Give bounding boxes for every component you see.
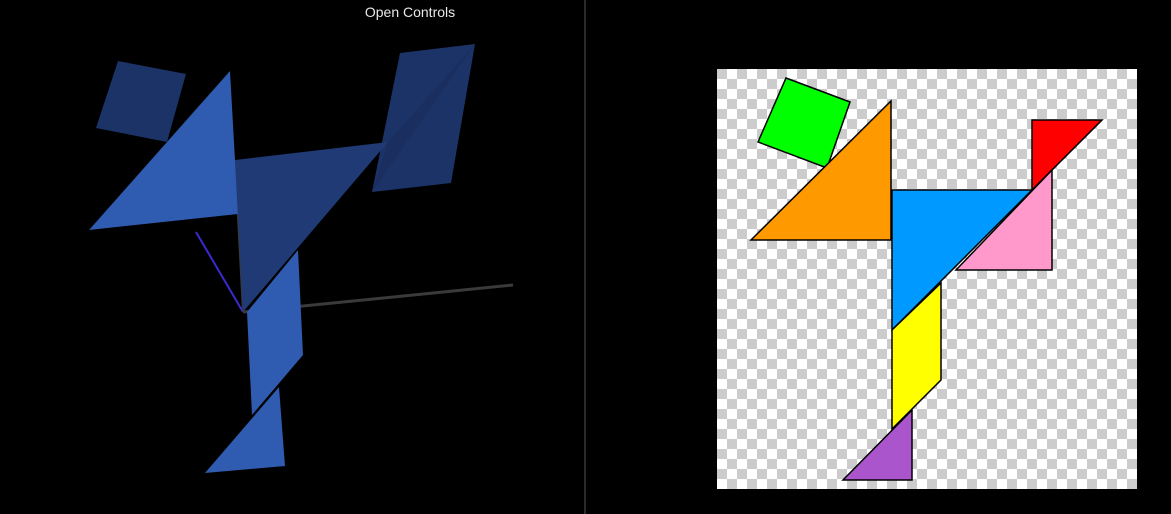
tangram-preview-pane [586,0,1171,514]
open-controls-button[interactable]: Open Controls [340,3,480,21]
square-piece-3d [96,61,186,142]
z-axis-line [195,231,244,313]
tangram-canvas [717,69,1137,489]
small-triangle-piece-3d [205,387,285,473]
mid-triangle-piece-3d [235,142,388,312]
3d-scene[interactable] [0,0,584,514]
3d-viewport[interactable]: Open Controls [0,0,584,514]
